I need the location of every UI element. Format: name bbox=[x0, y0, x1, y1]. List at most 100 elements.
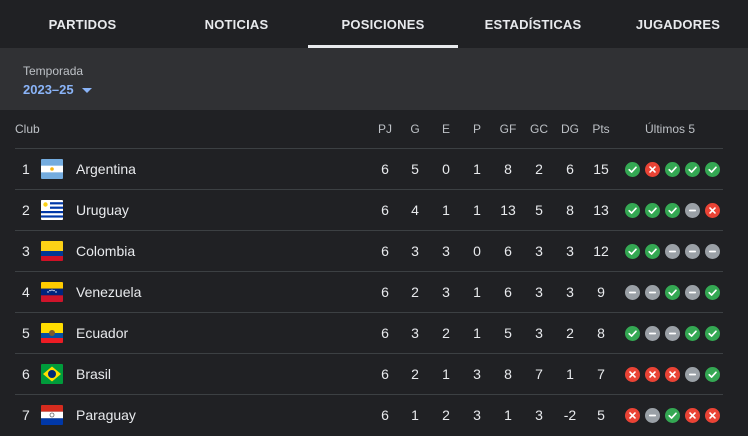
last-five-results bbox=[625, 367, 720, 382]
loss-x-icon[interactable] bbox=[685, 408, 700, 423]
row-position: 2 bbox=[22, 202, 30, 218]
stat-pts: 13 bbox=[593, 202, 609, 218]
stat-dg: 8 bbox=[566, 202, 574, 218]
header-last5: Últimos 5 bbox=[644, 122, 696, 136]
season-value[interactable]: 2023–25 bbox=[23, 82, 74, 97]
win-check-icon[interactable] bbox=[705, 326, 720, 341]
win-check-icon[interactable] bbox=[665, 162, 680, 177]
loss-x-icon[interactable] bbox=[705, 203, 720, 218]
stat-gc: 3 bbox=[535, 243, 543, 259]
table-row[interactable]: 6 Brasil 6 2 1 3 8 7 1 7 bbox=[15, 353, 723, 395]
header-dg: DG bbox=[561, 122, 579, 136]
stat-e: 3 bbox=[442, 284, 450, 300]
draw-dash-icon[interactable] bbox=[645, 408, 660, 423]
team-name[interactable]: Colombia bbox=[76, 243, 135, 259]
team-name[interactable]: Uruguay bbox=[76, 202, 129, 218]
win-check-icon[interactable] bbox=[625, 162, 640, 177]
team-name[interactable]: Brasil bbox=[76, 366, 111, 382]
table-row[interactable]: 1 Argentina 6 5 0 1 8 2 6 15 bbox=[15, 148, 723, 190]
stat-e: 0 bbox=[442, 161, 450, 177]
stat-g: 5 bbox=[411, 161, 419, 177]
table-row[interactable]: 5 Ecuador 6 3 2 1 5 3 2 8 bbox=[15, 312, 723, 354]
loss-x-icon[interactable] bbox=[705, 408, 720, 423]
stat-g: 3 bbox=[411, 243, 419, 259]
last-five-results bbox=[625, 408, 720, 423]
team-name[interactable]: Venezuela bbox=[76, 284, 141, 300]
ecuador-flag-icon bbox=[41, 323, 63, 343]
stat-pj: 6 bbox=[381, 161, 389, 177]
table-row[interactable]: 4 Venezuela 6 2 3 1 6 3 3 9 bbox=[15, 271, 723, 313]
last-five-results bbox=[625, 326, 720, 341]
stat-dg: 6 bbox=[566, 161, 574, 177]
caret-down-icon[interactable] bbox=[81, 87, 92, 93]
draw-dash-icon[interactable] bbox=[625, 285, 640, 300]
stat-pts: 12 bbox=[593, 243, 609, 259]
win-check-icon[interactable] bbox=[625, 326, 640, 341]
tab-noticias[interactable]: NOTICIAS bbox=[165, 0, 308, 48]
win-check-icon[interactable] bbox=[625, 244, 640, 259]
stat-p: 3 bbox=[473, 366, 481, 382]
tab-posiciones[interactable]: POSICIONES bbox=[308, 0, 458, 48]
team-name[interactable]: Paraguay bbox=[76, 407, 136, 423]
season-dropdown[interactable]: 2023–25 bbox=[23, 82, 92, 97]
row-position: 4 bbox=[22, 284, 30, 300]
stat-e: 1 bbox=[442, 202, 450, 218]
draw-dash-icon[interactable] bbox=[665, 244, 680, 259]
draw-dash-icon[interactable] bbox=[685, 203, 700, 218]
win-check-icon[interactable] bbox=[645, 244, 660, 259]
win-check-icon[interactable] bbox=[645, 203, 660, 218]
stat-pts: 7 bbox=[597, 366, 605, 382]
draw-dash-icon[interactable] bbox=[685, 367, 700, 382]
table-row[interactable]: 7 Paraguay 6 1 2 3 1 3 -2 5 bbox=[15, 394, 723, 436]
header-gc: GC bbox=[530, 122, 548, 136]
stat-gf: 8 bbox=[504, 366, 512, 382]
stat-g: 3 bbox=[411, 325, 419, 341]
draw-dash-icon[interactable] bbox=[705, 244, 720, 259]
stat-dg: 3 bbox=[566, 284, 574, 300]
draw-dash-icon[interactable] bbox=[685, 244, 700, 259]
draw-dash-icon[interactable] bbox=[645, 326, 660, 341]
stat-gf: 6 bbox=[504, 243, 512, 259]
win-check-icon[interactable] bbox=[685, 326, 700, 341]
row-position: 7 bbox=[22, 407, 30, 423]
draw-dash-icon[interactable] bbox=[665, 326, 680, 341]
draw-dash-icon[interactable] bbox=[645, 285, 660, 300]
loss-x-icon[interactable] bbox=[625, 367, 640, 382]
loss-x-icon[interactable] bbox=[645, 162, 660, 177]
season-panel: Temporada 2023–25 bbox=[0, 48, 748, 110]
win-check-icon[interactable] bbox=[665, 285, 680, 300]
win-check-icon[interactable] bbox=[705, 285, 720, 300]
stat-dg: 3 bbox=[566, 243, 574, 259]
win-check-icon[interactable] bbox=[625, 203, 640, 218]
win-check-icon[interactable] bbox=[665, 203, 680, 218]
tab-estadisticas[interactable]: ESTADÍSTICAS bbox=[458, 0, 608, 48]
header-pj: PJ bbox=[377, 122, 393, 136]
loss-x-icon[interactable] bbox=[645, 367, 660, 382]
table-row[interactable]: 3 Colombia 6 3 3 0 6 3 3 12 bbox=[15, 230, 723, 272]
loss-x-icon[interactable] bbox=[625, 408, 640, 423]
team-name[interactable]: Ecuador bbox=[76, 325, 128, 341]
loss-x-icon[interactable] bbox=[665, 367, 680, 382]
paraguay-flag-icon bbox=[41, 405, 63, 425]
stat-pj: 6 bbox=[381, 366, 389, 382]
tab-bar: PARTIDOS NOTICIAS POSICIONES ESTADÍSTICA… bbox=[0, 0, 748, 48]
draw-dash-icon[interactable] bbox=[685, 285, 700, 300]
stat-pj: 6 bbox=[381, 243, 389, 259]
stat-e: 3 bbox=[442, 243, 450, 259]
team-name[interactable]: Argentina bbox=[76, 161, 136, 177]
stat-pj: 6 bbox=[381, 325, 389, 341]
win-check-icon[interactable] bbox=[705, 162, 720, 177]
stat-dg: 2 bbox=[566, 325, 574, 341]
stat-pts: 9 bbox=[597, 284, 605, 300]
stat-pj: 6 bbox=[381, 284, 389, 300]
win-check-icon[interactable] bbox=[705, 367, 720, 382]
win-check-icon[interactable] bbox=[685, 162, 700, 177]
stat-pj: 6 bbox=[381, 202, 389, 218]
stat-gc: 7 bbox=[535, 366, 543, 382]
win-check-icon[interactable] bbox=[665, 408, 680, 423]
table-row[interactable]: 2 Uruguay 6 4 1 1 13 5 8 13 bbox=[15, 189, 723, 231]
season-label: Temporada bbox=[23, 64, 84, 78]
stat-gf: 13 bbox=[500, 202, 516, 218]
tab-partidos[interactable]: PARTIDOS bbox=[0, 0, 165, 48]
tab-jugadores[interactable]: JUGADORES bbox=[608, 0, 748, 48]
